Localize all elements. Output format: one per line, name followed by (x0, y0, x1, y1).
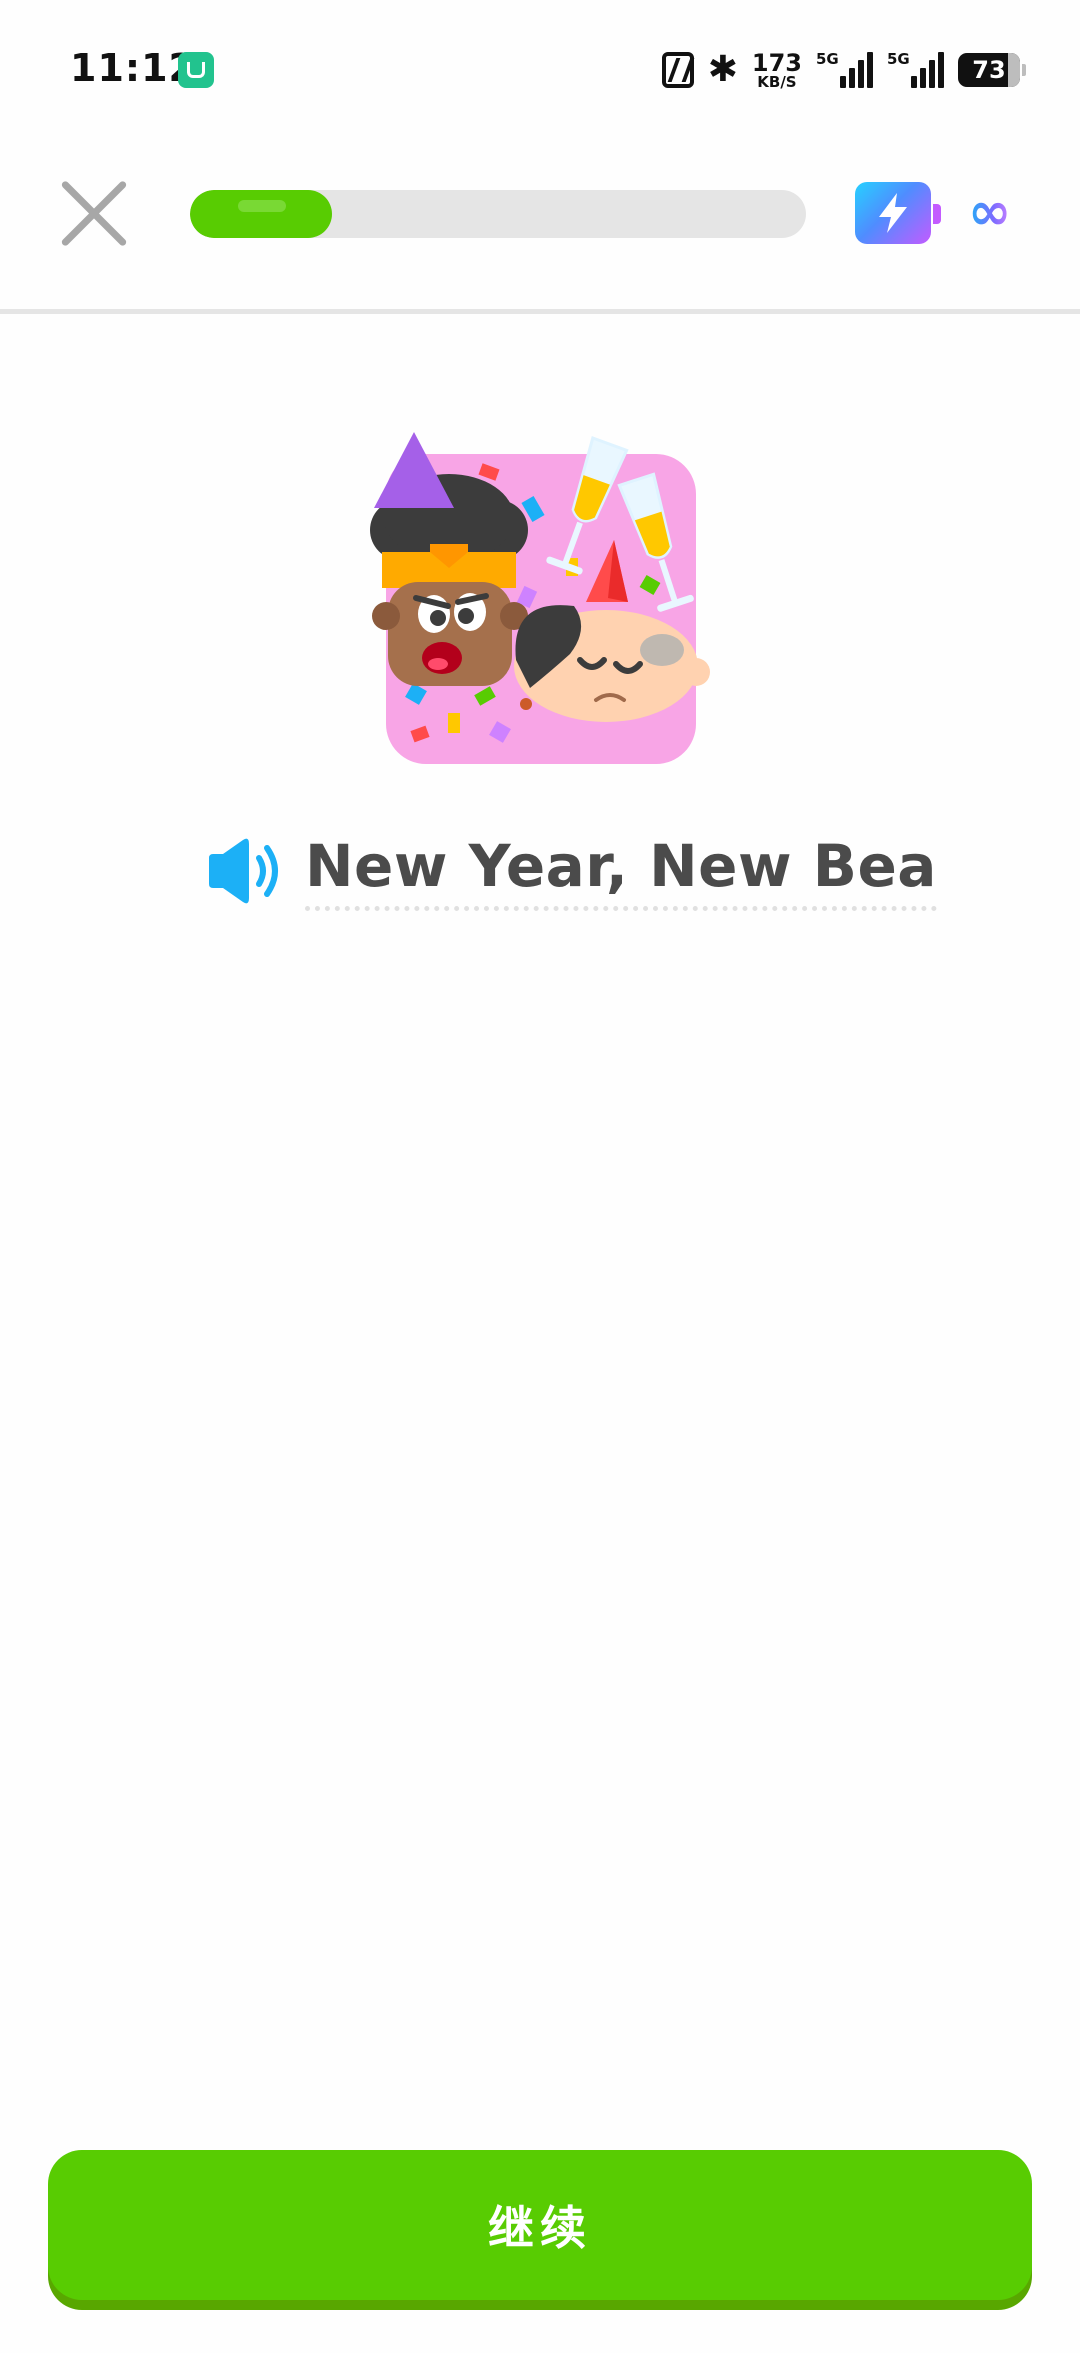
signal-label-2: 5G (887, 50, 910, 68)
lesson-progress-fill (190, 190, 332, 238)
network-speed-unit: KB/S (757, 72, 797, 91)
battery-level: 73 (972, 56, 1006, 84)
nfc-icon (661, 52, 694, 88)
lesson-title[interactable]: New Year, New Bea (305, 832, 937, 911)
status-icons: ✱ 173 KB/S 5G 5G 73 (661, 48, 1026, 92)
continue-button[interactable]: 继续 (48, 2150, 1032, 2300)
energy-bolt-icon[interactable] (855, 182, 941, 244)
network-speed-value: 173 (751, 48, 802, 77)
header-divider (0, 309, 1080, 314)
lesson-screen: 11:12 ✱ 173 KB/S 5G 5G 73 ∞ New Year, Ne… (0, 0, 1080, 2353)
battery-icon: 73 (958, 53, 1026, 87)
close-icon[interactable] (56, 176, 132, 252)
signal-strength-icon-2: 5G (887, 50, 944, 88)
speaker-icon[interactable] (205, 836, 281, 906)
new-year-party-illustration (370, 432, 710, 764)
signal-label: 5G (816, 50, 839, 68)
continue-button-label: 继续 (488, 2201, 592, 2255)
bluetooth-icon: ✱ (707, 49, 738, 90)
status-bar: 11:12 ✱ 173 KB/S 5G 5G 73 (0, 0, 1080, 140)
app-notification-icon (178, 52, 214, 88)
signal-strength-icon: 5G (816, 50, 873, 88)
lesson-progress-bar (190, 190, 806, 238)
infinity-icon: ∞ (968, 182, 1012, 242)
lesson-title-row: New Year, New Bea (205, 826, 937, 916)
network-speed: 173 KB/S (752, 51, 802, 90)
